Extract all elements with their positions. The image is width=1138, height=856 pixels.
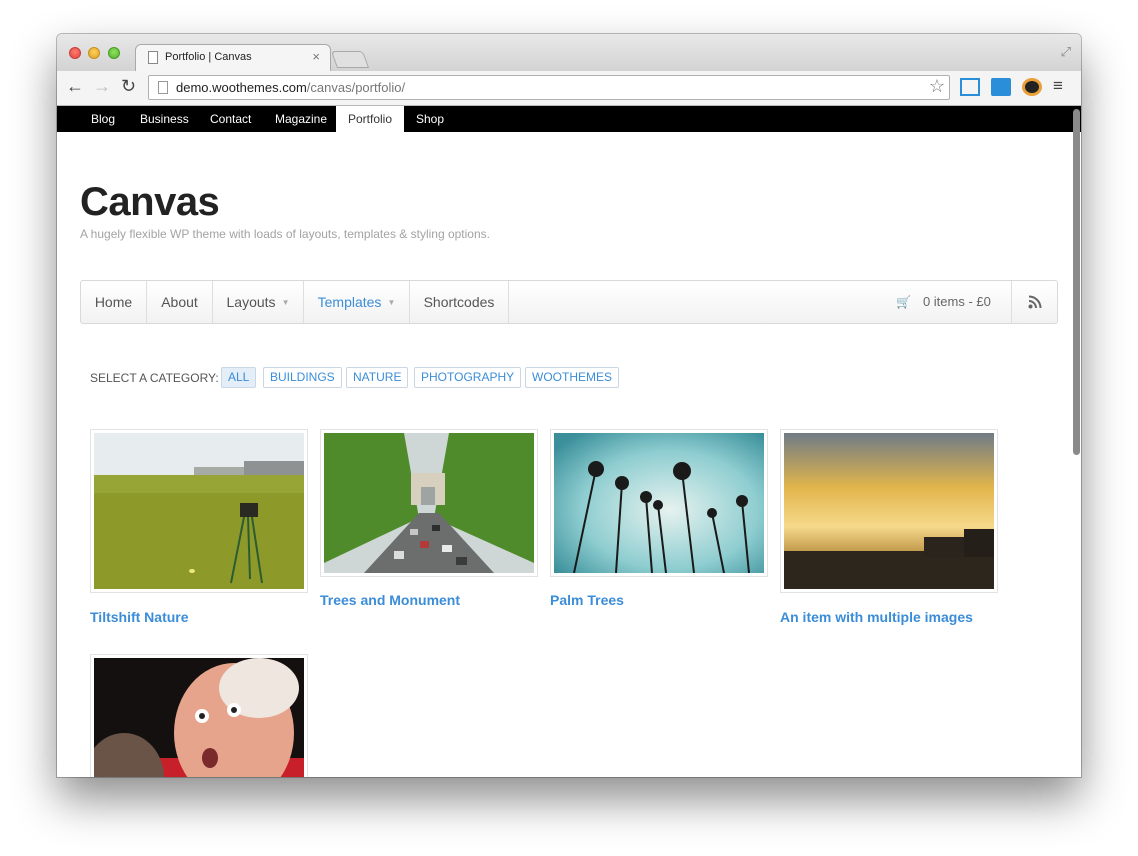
filter-nature[interactable]: NATURE [346, 367, 409, 388]
portfolio-title[interactable]: Palm Trees [550, 592, 624, 608]
filter-buildings[interactable]: BUILDINGS [263, 367, 342, 388]
minimize-window-button[interactable] [88, 47, 100, 59]
nav-templates[interactable]: Templates ▼ [304, 281, 410, 323]
topnav-blog[interactable]: Blog [91, 106, 115, 132]
reload-icon[interactable]: ↻ [121, 76, 136, 97]
cart-link[interactable]: 🛒 0 items - £0 [896, 281, 991, 323]
rss-icon[interactable] [1011, 281, 1057, 323]
site-title[interactable]: Canvas [80, 180, 220, 225]
main-navigation: Home About Layouts ▼ Templates ▼ Shortcode… [80, 280, 1058, 324]
site-description: A hugely flexible WP theme with loads of… [80, 227, 490, 241]
menu-icon[interactable]: ≡ [1053, 76, 1063, 96]
url-text[interactable]: demo.woothemes.com/canvas/portfolio/ [176, 80, 405, 95]
portfolio-thumbnail[interactable] [84, 654, 308, 777]
address-bar[interactable]: demo.woothemes.com/canvas/portfolio/ ☆ [148, 75, 950, 100]
palm-trees-image [554, 433, 764, 574]
camera-extension-icon[interactable] [1022, 78, 1042, 96]
chevron-down-icon: ▼ [281, 298, 290, 307]
browser-tab[interactable]: Portfolio | Canvas × [135, 44, 331, 71]
portfolio-title[interactable]: Tiltshift Nature [90, 609, 189, 625]
portfolio-thumbnail[interactable] [550, 429, 768, 577]
zoom-window-button[interactable] [108, 47, 120, 59]
new-tab-button[interactable] [330, 51, 370, 68]
page-icon [148, 51, 158, 64]
surprised-man-image [84, 658, 304, 777]
page-viewport: Blog Business Contact Magazine Portfolio… [57, 106, 1081, 777]
filter-woothemes[interactable]: WOOTHEMES [525, 367, 619, 388]
topnav-magazine[interactable]: Magazine [275, 106, 327, 132]
screenshot-extension-icon[interactable] [960, 78, 980, 96]
nav-about[interactable]: About [147, 281, 213, 323]
filter-all[interactable]: ALL [221, 367, 257, 388]
forward-icon[interactable]: → [93, 76, 111, 97]
sunset-image [784, 433, 994, 589]
portfolio-thumbnail[interactable] [320, 429, 538, 577]
nav-home[interactable]: Home [81, 281, 147, 323]
page-icon [158, 81, 168, 94]
browser-toolbar: ← → ↻ demo.woothemes.com/canvas/portfoli… [57, 71, 1081, 106]
top-navigation: Blog Business Contact Magazine Portfolio… [57, 106, 1081, 132]
category-label: SELECT A CATEGORY: [90, 371, 219, 385]
browser-window: Portfolio | Canvas × ⤢ ← → ↻ demo.woothe… [57, 34, 1081, 777]
portfolio-thumbnail[interactable] [780, 429, 998, 593]
topnav-contact[interactable]: Contact [210, 106, 251, 132]
topnav-business[interactable]: Business [140, 106, 189, 132]
chevron-down-icon: ▼ [387, 298, 396, 307]
topnav-shop[interactable]: Shop [416, 106, 444, 132]
portfolio-title[interactable]: Trees and Monument [320, 592, 460, 608]
fullscreen-icon[interactable]: ⤢ [1061, 44, 1071, 60]
golf-field-image [94, 433, 304, 589]
nav-layouts[interactable]: Layouts ▼ [213, 281, 304, 323]
filter-photography[interactable]: PHOTOGRAPHY [414, 367, 522, 388]
tab-strip: Portfolio | Canvas × ⤢ [57, 34, 1081, 71]
close-window-button[interactable] [69, 47, 81, 59]
arc-de-triomphe-image [324, 433, 534, 573]
portfolio-title[interactable]: An item with multiple images [780, 609, 973, 625]
nav-shortcodes[interactable]: Shortcodes [410, 281, 509, 323]
cart-icon: 🛒 [896, 295, 911, 309]
bookmark-star-icon[interactable]: ☆ [929, 76, 945, 97]
tab-title: Portfolio | Canvas [165, 51, 252, 63]
portfolio-thumbnail[interactable] [90, 429, 308, 593]
topnav-portfolio[interactable]: Portfolio [336, 106, 405, 132]
tab-close-icon[interactable]: × [312, 49, 320, 64]
page-scrollbar[interactable] [1073, 109, 1080, 455]
back-icon[interactable]: ← [66, 76, 84, 97]
image-extension-icon[interactable] [991, 78, 1011, 96]
